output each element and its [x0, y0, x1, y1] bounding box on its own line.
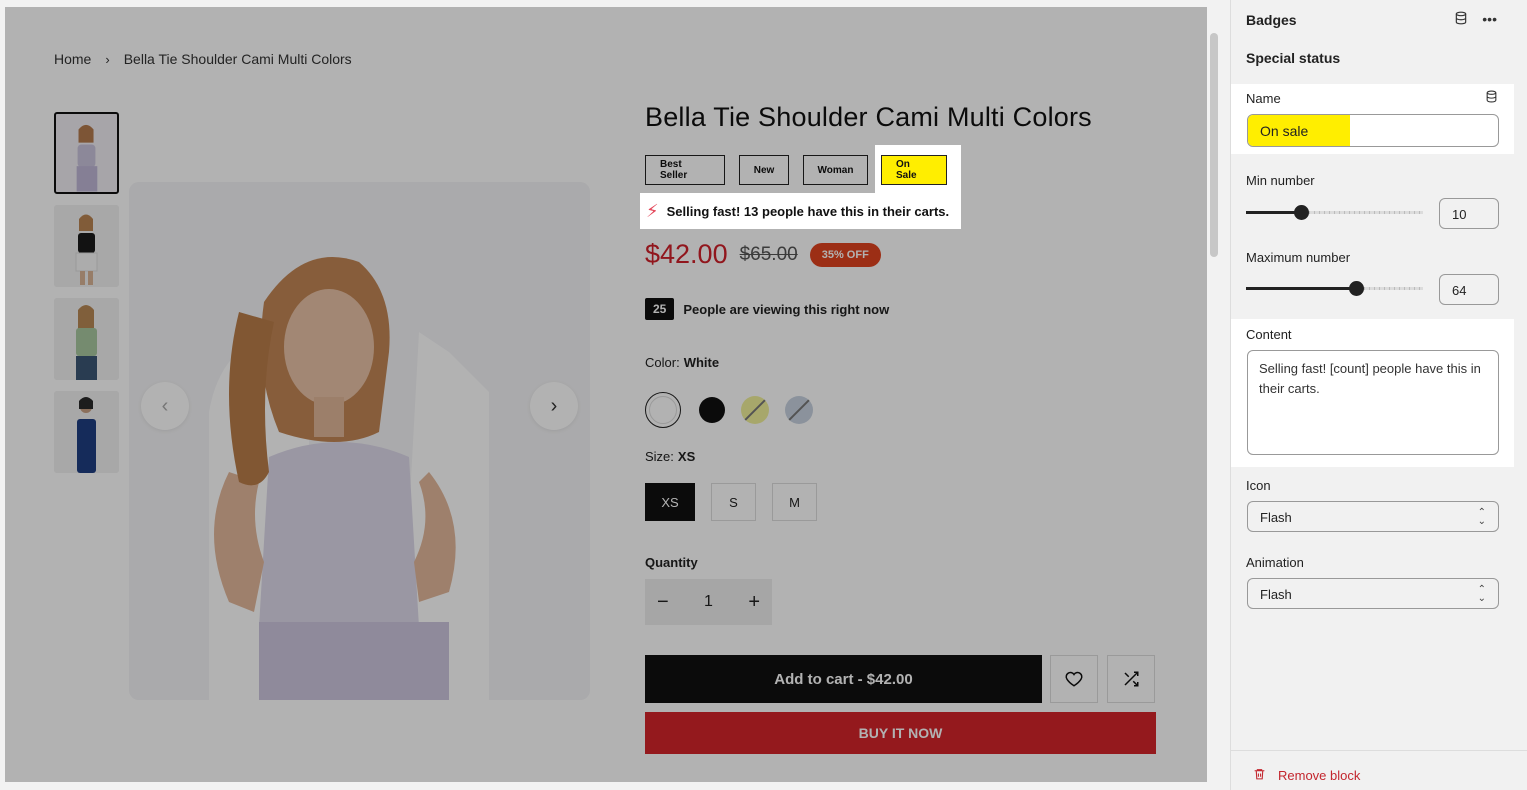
panel-header-actions: ••• — [1454, 11, 1497, 28]
icon-label: Icon — [1246, 478, 1271, 493]
animation-label: Animation — [1246, 555, 1304, 570]
viewers-count: 25 — [645, 298, 675, 320]
section-title: Special status — [1246, 50, 1341, 66]
icon-select[interactable]: Flash ⌃ ⌄ — [1247, 501, 1499, 532]
remove-block-label: Remove block — [1278, 768, 1361, 783]
settings-panel: Badges ••• Special status Name On sale M… — [1230, 0, 1527, 790]
size-m[interactable]: M — [772, 483, 817, 521]
name-input-value: On sale — [1260, 123, 1309, 139]
badge-woman: Woman — [803, 155, 868, 185]
shuffle-icon[interactable] — [1107, 655, 1155, 703]
min-number-label: Min number — [1246, 173, 1315, 188]
database-icon[interactable] — [1485, 90, 1498, 106]
buy-now-button[interactable]: BUY IT NOW — [645, 712, 1156, 754]
minus-icon[interactable]: − — [657, 591, 669, 614]
size-label: Size: XS — [645, 449, 695, 464]
size-xs[interactable]: XS — [645, 483, 695, 521]
trash-icon — [1253, 767, 1266, 784]
swatch-black[interactable] — [699, 397, 725, 423]
size-value: XS — [677, 449, 696, 464]
badge-best-seller: Best Seller — [645, 155, 725, 185]
swatch-blue[interactable] — [785, 396, 813, 424]
discount-badge: 35% OFF — [809, 242, 881, 267]
max-slider-thumb[interactable] — [1349, 281, 1364, 296]
badge-new: New — [739, 155, 789, 185]
size-label-text: Size: — [645, 449, 674, 464]
swatch-white[interactable] — [645, 392, 681, 428]
icon-select-value: Flash — [1260, 510, 1292, 525]
chevron-up-down-icon: ⌃ ⌄ — [1477, 584, 1486, 604]
size-s[interactable]: S — [711, 483, 756, 521]
preview-scrollbar[interactable] — [1210, 33, 1218, 257]
quantity-value[interactable]: 1 — [704, 593, 713, 611]
database-icon[interactable] — [1454, 11, 1468, 28]
breadcrumb: Home › Bella Tie Shoulder Cami Multi Col… — [54, 51, 352, 67]
min-number-slider[interactable]: 10 — [1246, 198, 1499, 229]
animation-select-value: Flash — [1260, 587, 1292, 602]
viewers-text: People are viewing this right now — [683, 301, 890, 317]
content-textarea[interactable]: Selling fast! [count] people have this i… — [1247, 350, 1499, 455]
plus-icon[interactable]: + — [748, 591, 760, 614]
max-number-input[interactable]: 64 — [1439, 274, 1499, 305]
panel-footer: Remove block — [1231, 750, 1527, 790]
thumbnail-2[interactable] — [54, 205, 119, 287]
selling-fast-banner: ⚡ Selling fast! 13 people have this in t… — [640, 193, 961, 229]
breadcrumb-separator: › — [105, 51, 110, 67]
color-swatches — [645, 392, 813, 428]
chevron-left-icon[interactable]: ‹ — [141, 382, 189, 430]
content-label: Content — [1246, 327, 1292, 342]
color-label-text: Color: — [645, 355, 680, 370]
price-block: $42.00 $65.00 35% OFF — [645, 239, 881, 270]
name-input[interactable]: On sale — [1247, 114, 1499, 147]
quantity-label: Quantity — [645, 555, 698, 570]
price-compare: $65.00 — [739, 243, 798, 265]
badge-on-sale: On Sale — [881, 155, 947, 185]
thumbnail-3[interactable] — [54, 298, 119, 380]
price-current: $42.00 — [645, 239, 728, 269]
chevron-up-down-icon: ⌃ ⌄ — [1477, 507, 1486, 527]
name-label: Name — [1246, 91, 1281, 106]
thumbnail-list — [54, 112, 119, 484]
panel-title: Badges — [1246, 12, 1297, 28]
heart-icon[interactable] — [1050, 655, 1098, 703]
breadcrumb-current: Bella Tie Shoulder Cami Multi Colors — [123, 51, 352, 67]
color-value: White — [683, 355, 720, 370]
product-title: Bella Tie Shoulder Cami Multi Colors — [645, 102, 1092, 132]
selling-fast-text: Selling fast! 13 people have this in the… — [666, 203, 950, 219]
storefront-preview: Home › Bella Tie Shoulder Cami Multi Col… — [5, 7, 1207, 782]
name-field-group: Name On sale — [1231, 84, 1514, 154]
animation-select[interactable]: Flash ⌃ ⌄ — [1247, 578, 1499, 609]
thumbnail-4[interactable] — [54, 391, 119, 473]
content-field-group: Content Selling fast! [count] people hav… — [1231, 319, 1514, 467]
live-viewers: 25 People are viewing this right now — [645, 298, 889, 320]
chevron-right-icon[interactable]: › — [530, 382, 578, 430]
remove-block-button[interactable]: Remove block — [1253, 767, 1360, 784]
max-number-slider[interactable]: 64 — [1246, 274, 1499, 305]
breadcrumb-home[interactable]: Home — [54, 51, 91, 67]
badge-highlight: On Sale — [875, 145, 961, 194]
flash-icon: ⚡ — [646, 200, 659, 221]
min-slider-thumb[interactable] — [1294, 205, 1309, 220]
size-options: XS S M — [645, 483, 817, 521]
color-label: Color: White — [645, 355, 719, 370]
product-main-image — [129, 182, 590, 700]
min-number-input[interactable]: 10 — [1439, 198, 1499, 229]
swatch-yellow[interactable] — [741, 396, 769, 424]
max-number-label: Maximum number — [1246, 250, 1351, 265]
quantity-stepper: − 1 + — [645, 579, 772, 625]
more-horizontal-icon[interactable]: ••• — [1482, 11, 1497, 28]
add-to-cart-button[interactable]: Add to cart - $42.00 — [645, 655, 1042, 703]
badge-list: Best Seller New Woman — [645, 155, 868, 185]
thumbnail-1[interactable] — [54, 112, 119, 194]
